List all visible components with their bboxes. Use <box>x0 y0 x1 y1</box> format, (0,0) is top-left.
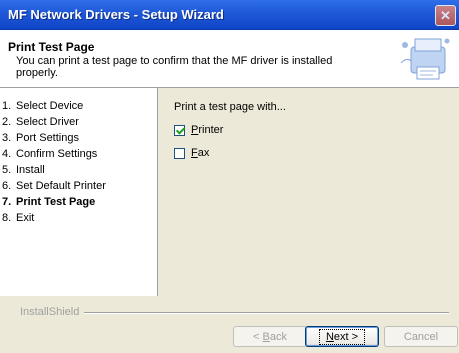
step-label: Select Device <box>16 100 84 112</box>
step-item: 8. Exit <box>0 210 106 226</box>
installshield-brand: InstallShield <box>20 306 80 318</box>
step-number: 4. <box>2 148 12 160</box>
printer-option-label[interactable]: Printer <box>191 124 223 136</box>
next-button[interactable]: Next > <box>305 326 379 347</box>
footer-divider <box>84 312 449 314</box>
step-label: Set Default Printer <box>16 180 106 192</box>
fax-option-label[interactable]: Fax <box>191 147 209 159</box>
step-number: 1. <box>2 100 12 112</box>
fax-option[interactable]: Fax <box>174 147 209 159</box>
step-label: Port Settings <box>16 132 79 144</box>
page-subtitle: You can print a test page to confirm tha… <box>16 55 333 79</box>
step-item: 1. Select Device <box>0 98 106 114</box>
title-bar[interactable]: MF Network Drivers - Setup Wizard ✕ <box>0 0 459 30</box>
step-number: 8. <box>2 212 12 224</box>
step-number: 2. <box>2 116 12 128</box>
steps-list: 1. Select Device 2. Select Driver 3. Port Set… <box>0 98 106 226</box>
step-item: 3. Port Settings <box>0 130 106 146</box>
back-button-label: < Back <box>253 330 287 343</box>
close-icon: ✕ <box>440 7 451 23</box>
step-label: Install <box>16 164 45 176</box>
cancel-button-label: Cancel <box>403 330 439 343</box>
step-item: 4. Confirm Settings <box>0 146 106 162</box>
step-label: Exit <box>16 212 35 224</box>
main-content: Print a test page with... Printer Fax <box>158 88 459 296</box>
print-prompt: Print a test page with... <box>174 101 286 113</box>
step-item: 5. Install <box>0 162 106 178</box>
step-label: Print Test Page <box>16 196 96 208</box>
step-label: Confirm Settings <box>16 148 98 160</box>
step-number: 6. <box>2 180 12 192</box>
step-number: 5. <box>2 164 12 176</box>
page-title: Print Test Page <box>8 40 95 54</box>
printer-checkbox[interactable] <box>174 124 185 136</box>
printer-network-icon <box>400 38 450 80</box>
step-item: 6. Set Default Printer <box>0 178 106 194</box>
step-number: 3. <box>2 132 12 144</box>
cancel-button[interactable]: Cancel <box>384 326 458 347</box>
back-button[interactable]: < Back <box>233 326 307 347</box>
step-label: Select Driver <box>16 116 79 128</box>
printer-option[interactable]: Printer <box>174 124 223 136</box>
step-item: 7. Print Test Page <box>0 194 106 210</box>
close-button[interactable]: ✕ <box>435 5 456 26</box>
step-number: 7. <box>2 196 12 208</box>
next-button-label: Next > <box>318 328 366 345</box>
wizard-header: Print Test Page You can print a test pag… <box>0 30 459 88</box>
steps-sidebar: 1. Select Device 2. Select Driver 3. Port Set… <box>0 88 158 296</box>
step-item: 2. Select Driver <box>0 114 106 130</box>
fax-checkbox[interactable] <box>174 147 185 159</box>
window-title: MF Network Drivers - Setup Wizard <box>8 7 224 22</box>
